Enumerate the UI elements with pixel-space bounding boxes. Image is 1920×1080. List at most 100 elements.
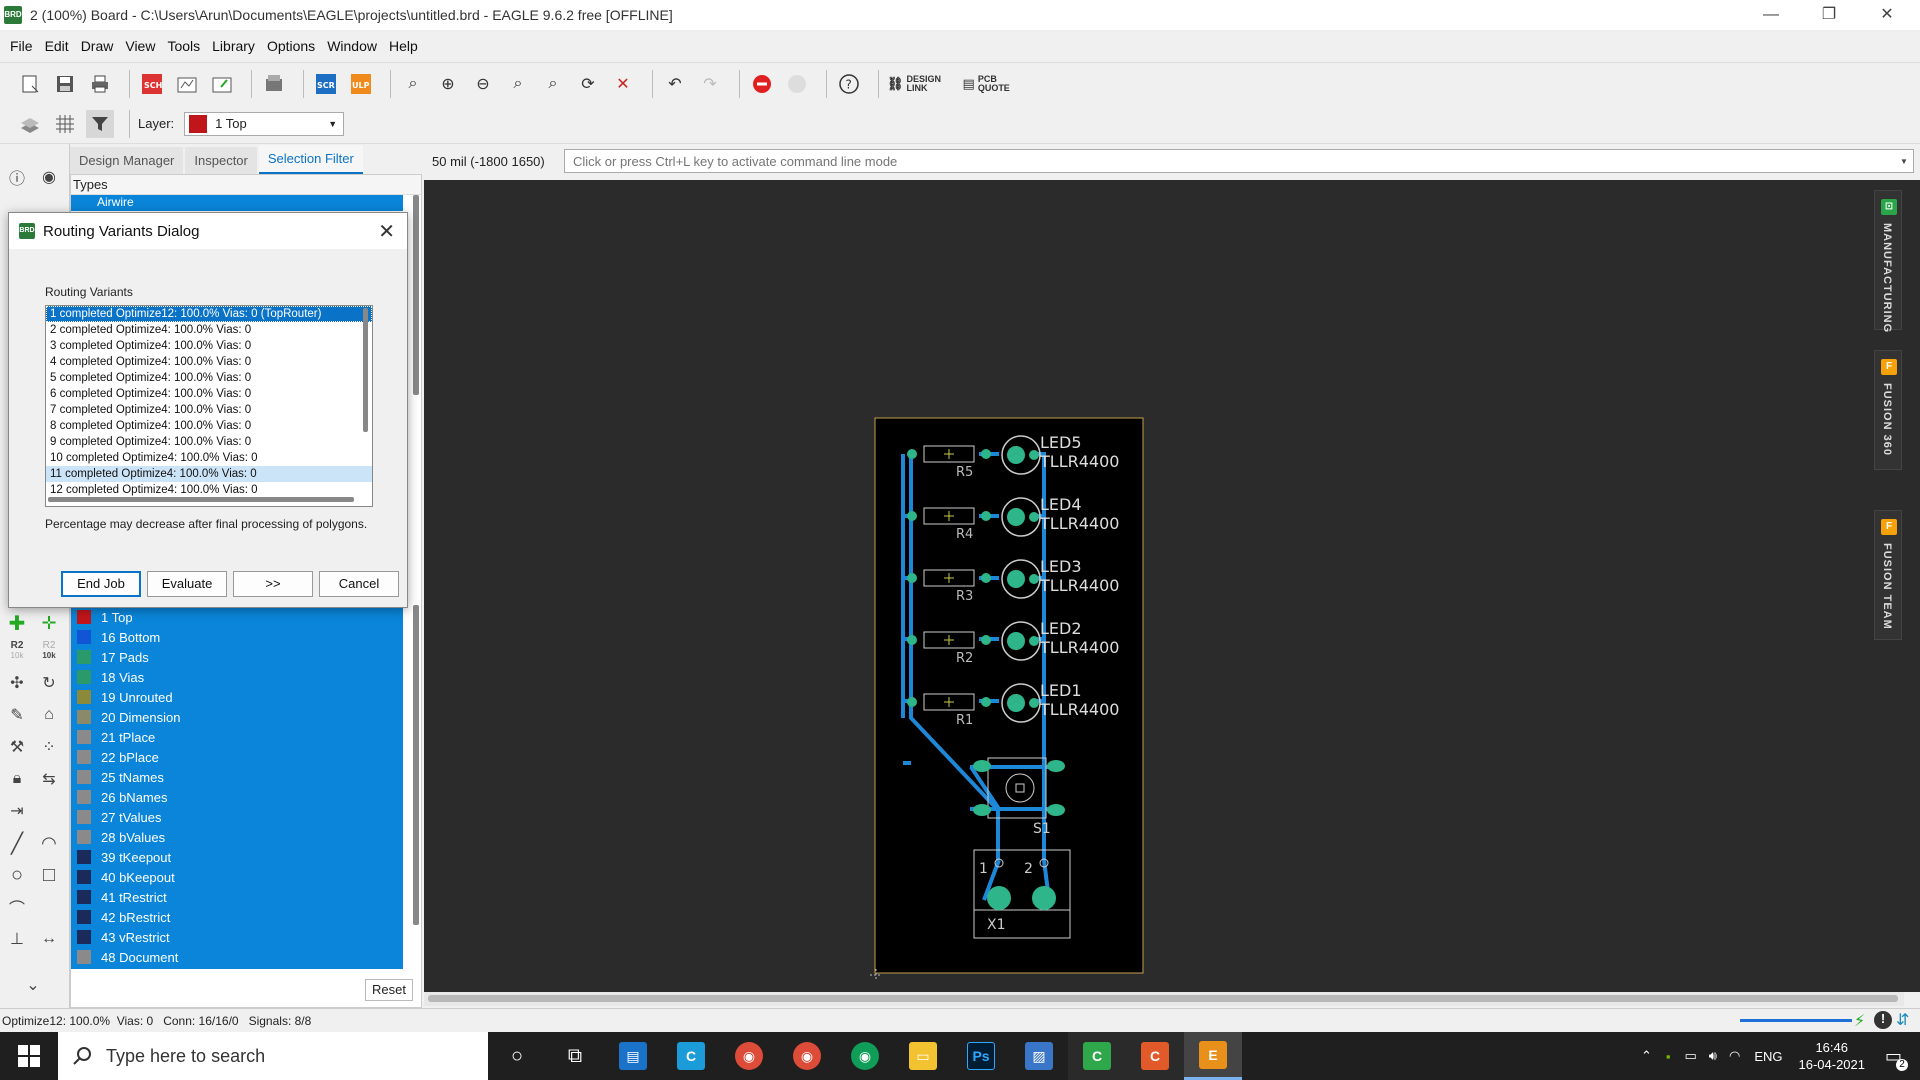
list-item[interactable]: 1 completed Optimize12: 100.0% Vias: 0 (… (46, 306, 372, 322)
group-icon[interactable]: ⁘ (36, 734, 62, 760)
list-vertical-scrollbar[interactable] (363, 308, 368, 432)
layer-row[interactable]: 16 Bottom (71, 627, 403, 647)
list-item[interactable]: 6 completed Optimize4: 100.0% Vias: 0 (46, 386, 372, 402)
board-canvas[interactable]: R5 LED5 TLLR4400 R4 LED4 TLLR4400 R3 LED3 TLLR44… (424, 180, 1904, 992)
close-button[interactable]: ✕ (1858, 0, 1916, 30)
filter-icon[interactable] (86, 109, 114, 138)
list-item[interactable]: 2 completed Optimize4: 100.0% Vias: 0 (46, 322, 372, 338)
layer-row[interactable]: 40 bKeepout (71, 867, 403, 887)
layer-row[interactable]: 17 Pads (71, 647, 403, 667)
photoshop-icon[interactable]: Ps (952, 1032, 1010, 1080)
layer-row[interactable]: 21 tPlace (71, 727, 403, 747)
menu-tools[interactable]: Tools (161, 38, 206, 54)
camtasia-recorder-icon[interactable]: C (1126, 1032, 1184, 1080)
zoom-area-icon[interactable]: ⌕ (539, 70, 567, 98)
layer-select[interactable]: 1 Top ▼ (184, 111, 345, 136)
wifi-icon[interactable]: ◠ (1729, 1048, 1740, 1064)
close-icon[interactable]: ✕ (378, 219, 395, 244)
layer-row[interactable]: 27 tValues (71, 807, 403, 827)
go-icon[interactable] (783, 70, 811, 98)
list-item[interactable]: 9 completed Optimize4: 100.0% Vias: 0 (46, 434, 372, 450)
pcb-quote-button[interactable]: ▤ PCB QUOTE (963, 74, 1010, 93)
restore-button[interactable]: ❐ (1800, 0, 1858, 30)
redraw-icon[interactable]: ⟳ (574, 70, 602, 98)
next-variant-button[interactable]: >> (233, 571, 313, 597)
stop-icon[interactable] (748, 70, 776, 98)
schematic-icon[interactable]: SCH (138, 70, 166, 98)
new-file-icon[interactable] (16, 70, 44, 98)
chrome-icon[interactable]: ◉ (720, 1032, 778, 1080)
layer-row[interactable]: 41 tRestrict (71, 887, 403, 907)
layer-row[interactable]: 22 bPlace (71, 747, 403, 767)
grid-icon[interactable] (51, 110, 79, 138)
smash-icon[interactable]: ✎ (4, 702, 30, 728)
list-item[interactable]: 12 completed Optimize4: 100.0% Vias: 0 (46, 482, 372, 498)
layer-row[interactable]: 19 Unrouted (71, 687, 403, 707)
layer-row[interactable]: 48 Document (71, 947, 403, 967)
paint-icon[interactable]: ⚒ (4, 734, 30, 760)
manufacturing-tab[interactable]: ⊡ MANUFACTURING (1874, 190, 1902, 333)
scrollbar-thumb[interactable] (428, 995, 1898, 1002)
tab-selection-filter[interactable]: Selection Filter (258, 145, 363, 174)
clock[interactable]: 16:46 16-04-2021 (1798, 1039, 1865, 1073)
layer-row[interactable]: 39 tKeepout (71, 847, 403, 867)
task-view-icon[interactable]: ⧉ (546, 1032, 604, 1080)
spline-icon[interactable]: ⌒ (4, 894, 30, 920)
chrome-icon[interactable]: ◉ (778, 1032, 836, 1080)
circle-icon[interactable]: ○ (4, 862, 30, 888)
end-job-button[interactable]: End Job (61, 571, 141, 597)
command-line-input[interactable] (564, 149, 1914, 173)
menu-window[interactable]: Window (321, 38, 383, 54)
miter-icon[interactable]: ⇥ (4, 798, 30, 824)
menu-view[interactable]: View (119, 38, 161, 54)
ratsnest-icon[interactable]: ✕ (609, 70, 637, 98)
layer-row[interactable]: 20 Dimension (71, 707, 403, 727)
photos-icon[interactable]: ▨ (1010, 1032, 1068, 1080)
zoom-select-icon[interactable]: ⌕ (504, 70, 532, 98)
minimize-button[interactable]: — (1742, 0, 1800, 30)
dimension-icon[interactable]: ⊥ (4, 926, 30, 952)
sync-icon[interactable]: ⇵ (1896, 1010, 1909, 1030)
arc-icon[interactable]: ◠ (36, 830, 62, 856)
layer-row[interactable]: 28 bValues (71, 827, 403, 847)
nvidia-icon[interactable]: ▪ (1666, 1049, 1671, 1064)
eagle-icon[interactable]: E (1184, 1032, 1242, 1080)
layer-row[interactable]: 43 vRestrict (71, 927, 403, 947)
volume-icon[interactable]: 🔊︎ (1709, 1048, 1717, 1064)
routing-variants-list[interactable]: 1 completed Optimize12: 100.0% Vias: 0 (… (45, 305, 373, 507)
layers-scrollbar[interactable] (413, 605, 419, 925)
undo-icon[interactable]: ↶ (661, 70, 689, 98)
add-icon[interactable]: ✚ (4, 610, 30, 636)
chevron-up-icon[interactable]: ⌃ (1641, 1048, 1652, 1064)
rectangle-icon[interactable]: □ (36, 862, 62, 888)
cancel-button[interactable]: Cancel (319, 571, 399, 597)
reset-button[interactable]: Reset (365, 979, 413, 1001)
menu-edit[interactable]: Edit (39, 38, 75, 54)
layer-row[interactable]: 1 Top (71, 607, 403, 627)
chrome-icon[interactable]: ◉ (836, 1032, 894, 1080)
types-scrollbar[interactable] (413, 195, 419, 395)
move-icon[interactable]: ✣ (4, 670, 30, 696)
ulp-icon[interactable]: ULP (347, 70, 375, 98)
list-item[interactable]: 8 completed Optimize4: 100.0% Vias: 0 (46, 418, 372, 434)
redo-icon[interactable]: ↷ (696, 70, 724, 98)
language-indicator[interactable]: ENG (1754, 1049, 1782, 1064)
taskbar-search[interactable]: Type here to search (58, 1032, 488, 1080)
evaluate-button[interactable]: Evaluate (147, 571, 227, 597)
alert-icon[interactable]: ! (1874, 1011, 1892, 1029)
layer-settings-icon[interactable] (16, 110, 44, 138)
fusion-360-tab[interactable]: F FUSION 360 (1874, 350, 1902, 470)
list-item[interactable]: 7 completed Optimize4: 100.0% Vias: 0 (46, 402, 372, 418)
file-explorer-icon[interactable]: ▭ (894, 1032, 952, 1080)
notification-center-icon[interactable]: ▭ 2 (1885, 1046, 1908, 1071)
start-button[interactable] (0, 1032, 58, 1080)
value-icon[interactable]: R2 10k (36, 638, 62, 664)
tag-icon[interactable]: ⌂ (36, 702, 62, 728)
script-icon[interactable]: SCR (312, 70, 340, 98)
help-icon[interactable]: ? (835, 70, 863, 98)
layer-row[interactable]: 25 tNames (71, 767, 403, 787)
show-icon[interactable]: ◉ (36, 164, 62, 190)
list-item[interactable]: 5 completed Optimize4: 100.0% Vias: 0 (46, 370, 372, 386)
list-item[interactable]: 11 completed Optimize4: 100.0% Vias: 0 (46, 466, 372, 482)
rotate-icon[interactable]: ↻ (36, 670, 62, 696)
